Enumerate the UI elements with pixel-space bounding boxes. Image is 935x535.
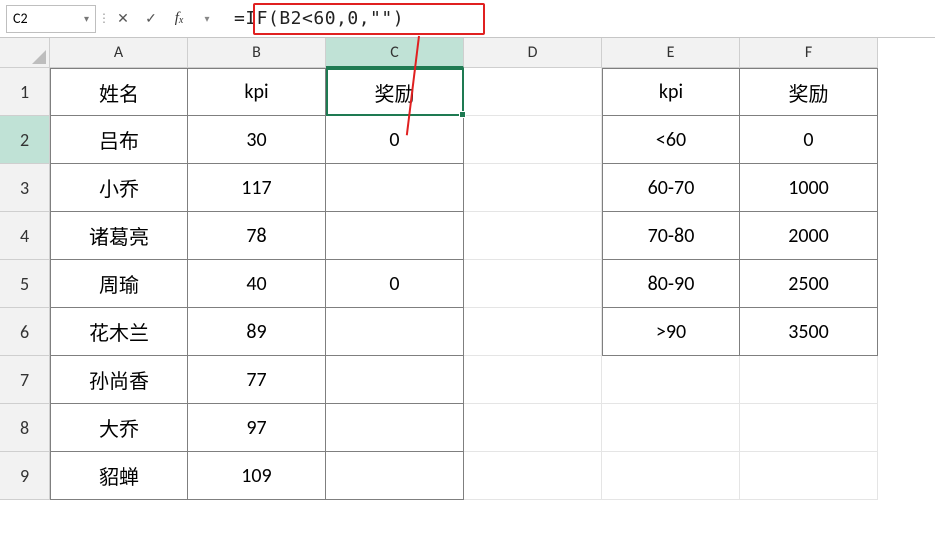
col-header-A[interactable]: A <box>50 38 188 68</box>
cell-B3[interactable]: 117 <box>188 164 326 212</box>
cell-C4[interactable] <box>326 212 464 260</box>
fx-icon[interactable]: fx <box>168 8 190 30</box>
row-header-3[interactable]: 3 <box>0 164 50 212</box>
chevron-down-icon[interactable]: ▾ <box>84 12 89 25</box>
row-header-9[interactable]: 9 <box>0 452 50 500</box>
cell-A6[interactable]: 花木兰 <box>50 308 188 356</box>
separator-icon: ⋮ <box>102 9 106 29</box>
row-header-5[interactable]: 5 <box>0 260 50 308</box>
row-header-6[interactable]: 6 <box>0 308 50 356</box>
cell-B9[interactable]: 109 <box>188 452 326 500</box>
cell-C1[interactable]: 奖励 <box>326 68 464 116</box>
cell-A2[interactable]: 吕布 <box>50 116 188 164</box>
formula-input[interactable]: =IF(B2<60,0,"") <box>224 5 929 33</box>
cell-C7[interactable] <box>326 356 464 404</box>
row-header-2[interactable]: 2 <box>0 116 50 164</box>
col-header-D[interactable]: D <box>464 38 602 68</box>
cell-B7[interactable]: 77 <box>188 356 326 404</box>
cell-F6[interactable]: 3500 <box>740 308 878 356</box>
row-header-4[interactable]: 4 <box>0 212 50 260</box>
row-header-8[interactable]: 8 <box>0 404 50 452</box>
col-header-B[interactable]: B <box>188 38 326 68</box>
cell-E2[interactable]: <60 <box>602 116 740 164</box>
cell-B8[interactable]: 97 <box>188 404 326 452</box>
cell-D2[interactable] <box>464 116 602 164</box>
cell-B4[interactable]: 78 <box>188 212 326 260</box>
cell-E3[interactable]: 60-70 <box>602 164 740 212</box>
cell-E4[interactable]: 70-80 <box>602 212 740 260</box>
cell-C9[interactable] <box>326 452 464 500</box>
cell-F3[interactable]: 1000 <box>740 164 878 212</box>
confirm-icon[interactable]: ✓ <box>140 8 162 30</box>
cell-F2[interactable]: 0 <box>740 116 878 164</box>
chevron-down-icon[interactable]: ▾ <box>196 8 218 30</box>
cancel-icon[interactable]: ✕ <box>112 8 134 30</box>
cell-D1[interactable] <box>464 68 602 116</box>
cell-E7[interactable] <box>602 356 740 404</box>
cell-D6[interactable] <box>464 308 602 356</box>
cell-D8[interactable] <box>464 404 602 452</box>
cell-E1[interactable]: kpi <box>602 68 740 116</box>
cell-F1[interactable]: 奖励 <box>740 68 878 116</box>
cell-A7[interactable]: 孙尚香 <box>50 356 188 404</box>
col-header-C[interactable]: C <box>326 38 464 68</box>
cell-C3[interactable] <box>326 164 464 212</box>
cell-E9[interactable] <box>602 452 740 500</box>
cell-A3[interactable]: 小乔 <box>50 164 188 212</box>
cell-A5[interactable]: 周瑜 <box>50 260 188 308</box>
row-header-1[interactable]: 1 <box>0 68 50 116</box>
cell-D9[interactable] <box>464 452 602 500</box>
cell-B5[interactable]: 40 <box>188 260 326 308</box>
cell-C5[interactable]: 0 <box>326 260 464 308</box>
name-box[interactable]: C2 ▾ <box>6 5 96 33</box>
select-all-corner[interactable] <box>0 38 50 68</box>
cell-B6[interactable]: 89 <box>188 308 326 356</box>
cell-F4[interactable]: 2000 <box>740 212 878 260</box>
cell-A8[interactable]: 大乔 <box>50 404 188 452</box>
cell-B2[interactable]: 30 <box>188 116 326 164</box>
cell-F7[interactable] <box>740 356 878 404</box>
cell-E8[interactable] <box>602 404 740 452</box>
cell-D7[interactable] <box>464 356 602 404</box>
cell-F5[interactable]: 2500 <box>740 260 878 308</box>
formula-text: =IF(B2<60,0,"") <box>234 8 404 29</box>
cell-E5[interactable]: 80-90 <box>602 260 740 308</box>
cell-F8[interactable] <box>740 404 878 452</box>
cell-C6[interactable] <box>326 308 464 356</box>
cell-B1[interactable]: kpi <box>188 68 326 116</box>
row-header-7[interactable]: 7 <box>0 356 50 404</box>
cell-C8[interactable] <box>326 404 464 452</box>
name-box-value: C2 <box>13 10 28 27</box>
cell-A4[interactable]: 诸葛亮 <box>50 212 188 260</box>
spreadsheet-grid[interactable]: A B C D E F 1 姓名 kpi 奖励 kpi 奖励 2 吕布 30 0… <box>0 38 935 500</box>
col-header-E[interactable]: E <box>602 38 740 68</box>
cell-D3[interactable] <box>464 164 602 212</box>
cell-E6[interactable]: >90 <box>602 308 740 356</box>
cell-F9[interactable] <box>740 452 878 500</box>
col-header-F[interactable]: F <box>740 38 878 68</box>
cell-A9[interactable]: 貂蝉 <box>50 452 188 500</box>
formula-bar: C2 ▾ ⋮ ✕ ✓ fx ▾ =IF(B2<60,0,"") <box>0 0 935 38</box>
cell-A1[interactable]: 姓名 <box>50 68 188 116</box>
cell-D5[interactable] <box>464 260 602 308</box>
cell-C2[interactable]: 0 <box>326 116 464 164</box>
cell-D4[interactable] <box>464 212 602 260</box>
